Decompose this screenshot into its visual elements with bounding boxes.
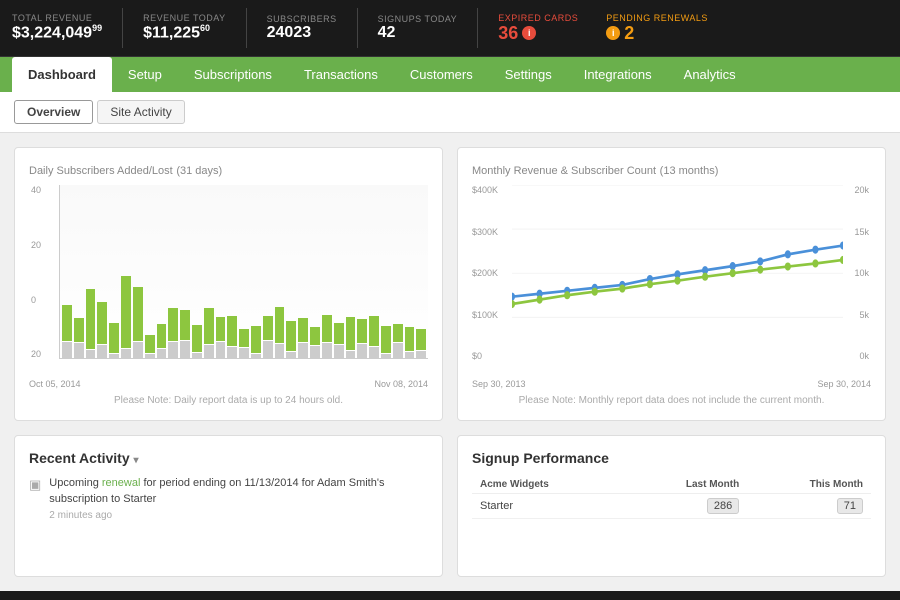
total-revenue-value: $3,224,04999 [12,23,102,42]
total-revenue-stat: TOTAL REVENUE $3,224,04999 [12,13,102,42]
this-month-badge[interactable]: 71 [837,498,863,514]
recent-activity-dropdown-icon[interactable]: ▾ [134,455,139,466]
signup-table: Acme Widgets Last Month This Month Start… [472,476,871,519]
stat-divider-3 [357,8,358,48]
calendar-icon: ▣ [29,477,41,493]
nav-tab-setup[interactable]: Setup [112,57,178,92]
stats-bar: TOTAL REVENUE $3,224,04999 REVENUE TODAY… [0,0,900,57]
plan-column-header: Acme Widgets [472,476,623,494]
daily-subscribers-chart-card: Daily Subscribers Added/Lost (31 days) 4… [14,147,443,421]
y-label-40: 40 [31,185,41,195]
expired-cards-value: 36 i [498,23,578,44]
y-right-0k: 0k [854,351,869,361]
subscribers-value: 24023 [267,24,337,42]
bar-chart-area [59,185,428,359]
monthly-revenue-chart-card: Monthly Revenue & Subscriber Count (13 m… [457,147,886,421]
nav-tab-dashboard[interactable]: Dashboard [12,57,112,92]
last-month-header: Last Month [623,476,747,494]
pending-renewals-label: PENDING RENEWALS [606,13,708,23]
nav-bar: Dashboard Setup Subscriptions Transactio… [0,57,900,92]
nav-tab-subscriptions[interactable]: Subscriptions [178,57,288,92]
this-month-header: This Month [747,476,871,494]
pending-renewals-value: i 2 [606,23,708,44]
last-month-badge[interactable]: 286 [707,498,739,514]
total-revenue-label: TOTAL REVENUE [12,13,102,23]
main-content: Daily Subscribers Added/Lost (31 days) 4… [0,133,900,591]
y-label-0: 0 [31,295,41,305]
signup-performance-card: Signup Performance Acme Widgets Last Mon… [457,435,886,577]
nav-tab-transactions[interactable]: Transactions [288,57,394,92]
subnav-site-activity[interactable]: Site Activity [97,100,184,124]
expired-info-icon[interactable]: i [522,26,536,40]
subnav-overview[interactable]: Overview [14,100,93,124]
monthly-chart-title: Monthly Revenue & Subscriber Count (13 m… [472,162,871,177]
daily-chart-title: Daily Subscribers Added/Lost (31 days) [29,162,428,177]
y-right-20k: 20k [854,185,869,195]
expired-cards-label: EXPIRED CARDS [498,13,578,23]
bar-chart-x-labels: Oct 05, 2014 Nov 08, 2014 [29,379,428,389]
subscribers-label: SUBSCRIBERS [267,14,337,24]
daily-chart-note: Please Note: Daily report data is up to … [29,395,428,406]
expired-cards-stat: EXPIRED CARDS 36 i [498,13,578,44]
signups-today-value: 42 [378,24,458,42]
activity-text: Upcoming renewal for period ending on 11… [49,476,428,523]
revenue-today-value: $11,22560 [143,23,226,42]
last-month-cell: 286 [623,494,747,519]
plan-cell: Starter [472,494,623,519]
stat-divider-4 [477,8,478,48]
y-right-5k: 5k [854,310,869,320]
stat-divider-1 [122,8,123,48]
y-right-15k: 15k [854,227,869,237]
nav-tab-settings[interactable]: Settings [489,57,568,92]
recent-activity-title: Recent Activity ▾ [29,450,428,466]
stat-divider-2 [246,8,247,48]
revenue-today-stat: REVENUE TODAY $11,22560 [143,13,226,42]
sub-nav: Overview Site Activity [0,92,900,133]
activity-timestamp: 2 minutes ago [49,509,428,523]
monthly-x-labels: Sep 30, 2013 Sep 30, 2014 [472,379,871,389]
pending-renewals-stat: PENDING RENEWALS i 2 [606,13,708,44]
y-left-400k: $400K [472,185,498,195]
signups-today-stat: SIGNUPS TODAY 42 [378,14,458,42]
signups-today-label: SIGNUPS TODAY [378,14,458,24]
table-row: Starter 286 71 [472,494,871,519]
signup-performance-title: Signup Performance [472,450,871,466]
subscribers-stat: SUBSCRIBERS 24023 [267,14,337,42]
y-left-0: $0 [472,351,498,361]
activity-item: ▣ Upcoming renewal for period ending on … [29,476,428,523]
y-label-neg20: 20 [31,349,41,359]
y-left-300k: $300K [472,227,498,237]
nav-tab-analytics[interactable]: Analytics [668,57,752,92]
monthly-line-chart [512,185,843,361]
renewal-link[interactable]: renewal [102,477,141,489]
y-label-20: 20 [31,240,41,250]
y-right-10k: 10k [854,268,869,278]
this-month-cell: 71 [747,494,871,519]
pending-info-icon[interactable]: i [606,26,620,40]
revenue-today-label: REVENUE TODAY [143,13,226,23]
y-left-100k: $100K [472,310,498,320]
nav-tab-customers[interactable]: Customers [394,57,489,92]
y-left-200k: $200K [472,268,498,278]
recent-activity-card: Recent Activity ▾ ▣ Upcoming renewal for… [14,435,443,577]
nav-tab-integrations[interactable]: Integrations [568,57,668,92]
monthly-chart-note: Please Note: Monthly report data does no… [472,395,871,406]
